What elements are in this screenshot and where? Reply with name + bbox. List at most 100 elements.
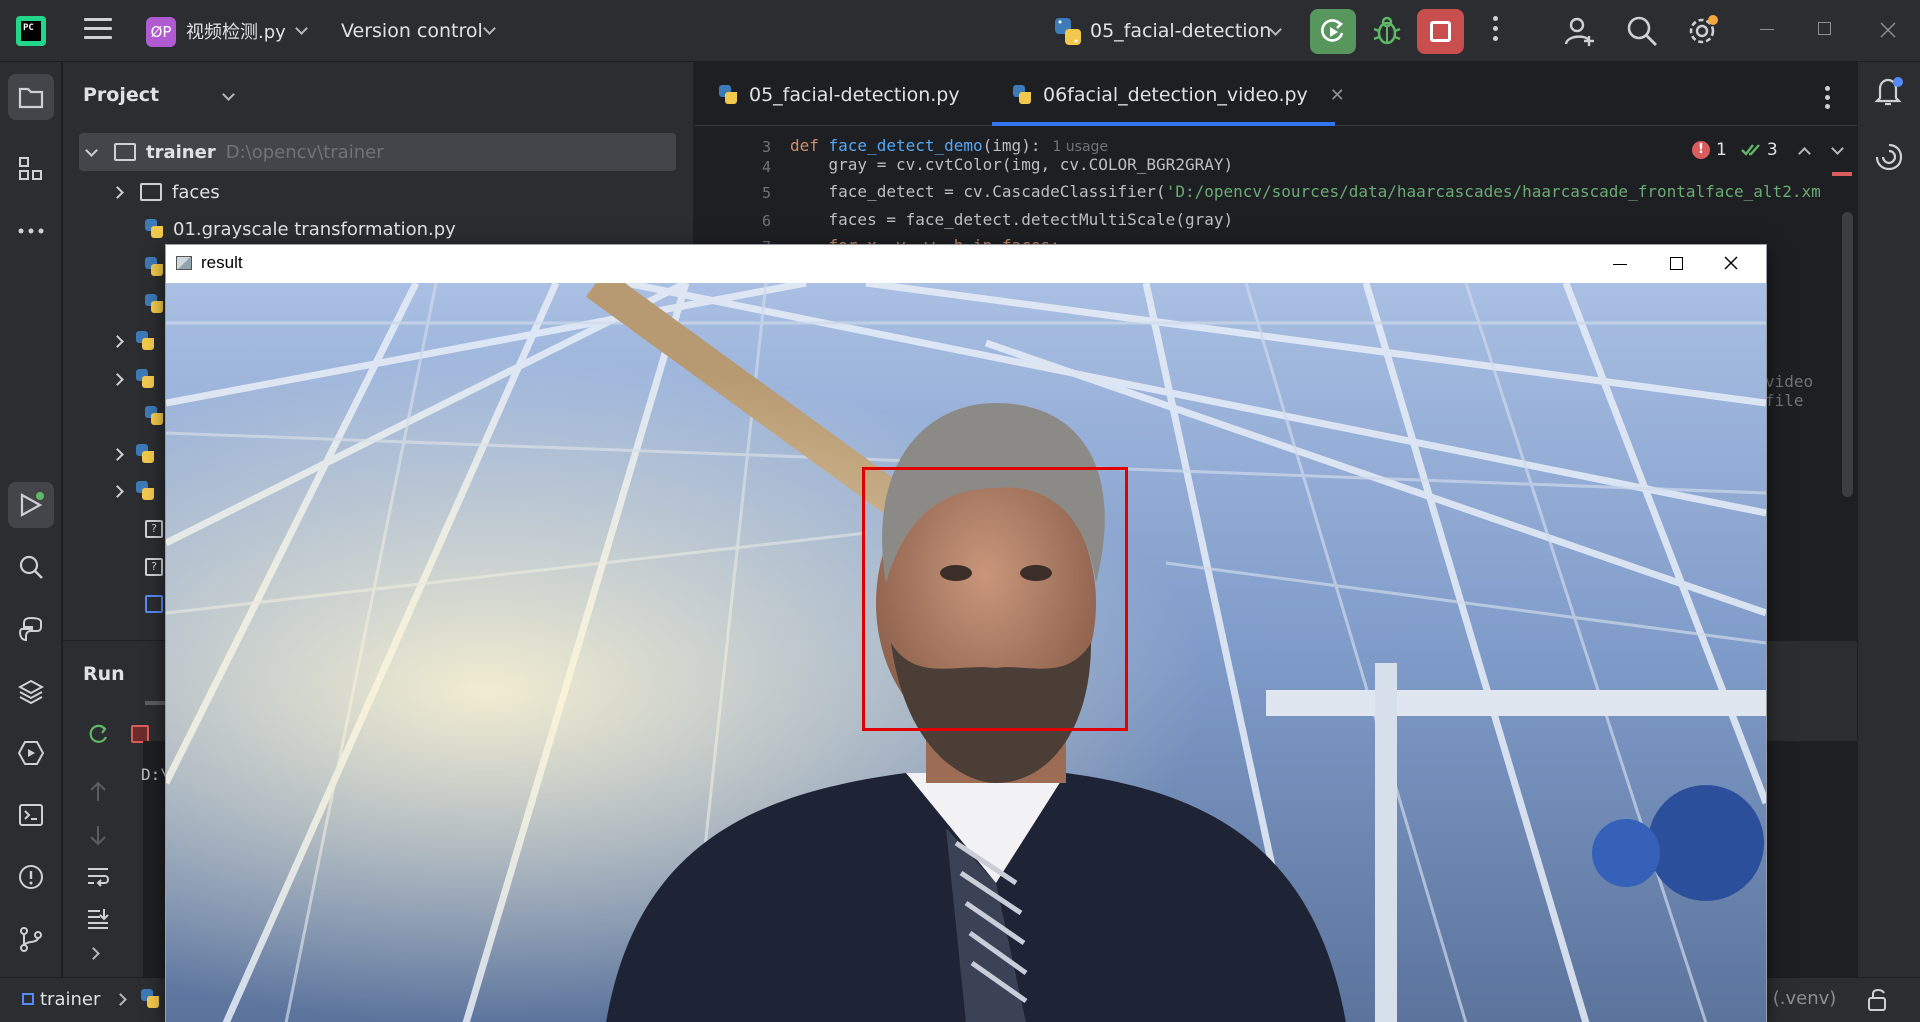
tree-item[interactable]: ? xyxy=(145,510,163,548)
tree-item[interactable] xyxy=(143,285,165,323)
search-icon[interactable] xyxy=(1625,14,1659,48)
chevron-right-icon[interactable] xyxy=(87,947,100,960)
arrow-down-icon[interactable] xyxy=(85,822,111,848)
tree-item[interactable] xyxy=(111,360,156,398)
more-actions-icon[interactable] xyxy=(1490,16,1500,46)
notifications-bell-icon[interactable] xyxy=(1874,76,1904,108)
arrow-up-icon[interactable] xyxy=(85,779,111,805)
close-icon[interactable] xyxy=(1876,18,1900,42)
add-user-icon[interactable] xyxy=(1563,14,1597,48)
result-window-title: result xyxy=(201,253,243,272)
inspection-widget[interactable]: ! 1 3 xyxy=(1692,140,1844,160)
editor-scrollbar[interactable] xyxy=(1842,212,1853,497)
chevron-down-icon[interactable] xyxy=(483,22,496,35)
tree-item-label: 01.grayscale transformation.py xyxy=(173,218,456,240)
ai-assistant-icon[interactable] xyxy=(1874,142,1904,172)
python-file-icon xyxy=(143,256,165,278)
chevron-down-icon[interactable] xyxy=(222,88,235,101)
tree-item[interactable]: ? xyxy=(145,548,163,586)
run-tool-button[interactable] xyxy=(8,482,54,528)
main-menu-icon[interactable] xyxy=(84,18,112,42)
code-line[interactable]: face_detect = cv.CascadeClassifier('D:/o… xyxy=(790,182,1821,201)
services-button[interactable] xyxy=(8,730,54,776)
lock-icon[interactable] xyxy=(1867,988,1889,1012)
run-configuration-selector[interactable]: 05_facial-detection xyxy=(1090,20,1271,42)
stop-button[interactable] xyxy=(1417,9,1464,54)
chevron-down-icon[interactable] xyxy=(85,143,98,157)
chevron-down-icon[interactable] xyxy=(295,22,308,35)
project-badge[interactable]: ØP xyxy=(146,17,176,47)
tab-05-facial-detection[interactable]: 05_facial-detection.py xyxy=(717,84,960,106)
python-packages-button[interactable] xyxy=(8,668,54,714)
git-button[interactable] xyxy=(8,916,54,962)
project-panel-title[interactable]: Project xyxy=(83,84,159,106)
more-tools-button[interactable] xyxy=(8,208,54,254)
previous-highlight-icon[interactable] xyxy=(1797,146,1811,160)
services-icon xyxy=(18,741,44,765)
scroll-to-end-icon[interactable] xyxy=(85,905,111,931)
chevron-right-icon[interactable] xyxy=(111,484,124,498)
project-name[interactable]: 视频检测.py xyxy=(186,18,286,44)
chevron-right-icon[interactable] xyxy=(111,185,124,199)
tree-item[interactable] xyxy=(143,248,165,286)
folder-icon xyxy=(114,143,136,161)
structure-icon xyxy=(19,157,42,180)
error-count: 1 xyxy=(1716,140,1727,160)
breadcrumb-item[interactable]: trainer xyxy=(40,989,100,1010)
code-line[interactable]: faces = face_detect.detectMultiScale(gra… xyxy=(790,210,1234,229)
more-vertical-icon[interactable] xyxy=(1825,86,1831,110)
restore-icon[interactable] xyxy=(1818,18,1842,42)
chevron-right-icon[interactable] xyxy=(111,372,124,386)
tree-item[interactable] xyxy=(111,472,156,510)
tree-item[interactable] xyxy=(143,397,165,435)
close-tab-icon[interactable]: ✕ xyxy=(1330,85,1345,106)
error-stripe-marker[interactable] xyxy=(1832,172,1852,176)
debug-icon[interactable] xyxy=(1370,13,1404,49)
rerun-icon[interactable] xyxy=(85,721,111,747)
run-panel-title[interactable]: Run xyxy=(83,663,125,685)
result-window-titlebar[interactable]: result xyxy=(166,245,1766,283)
structure-tool-button[interactable] xyxy=(8,146,54,192)
next-highlight-icon[interactable] xyxy=(1830,141,1844,155)
code-line[interactable]: gray = cv.cvtColor(img, cv.COLOR_BGR2GRA… xyxy=(790,155,1234,174)
find-tool-button[interactable] xyxy=(8,544,54,590)
python-file-icon xyxy=(134,368,156,390)
tree-item-trainer[interactable]: trainer D:\opencv\trainer xyxy=(79,133,676,171)
interpreter-indicator[interactable]: ) (.venv) xyxy=(1760,988,1836,1009)
code-text: (img): xyxy=(982,136,1041,155)
usage-hint[interactable]: 1 usage xyxy=(1052,139,1108,155)
right-tool-strip xyxy=(1857,62,1920,977)
tree-item[interactable] xyxy=(111,435,156,473)
image-file-icon xyxy=(145,595,163,613)
breadcrumb[interactable]: trainer xyxy=(22,988,161,1010)
code-line[interactable]: def face_detect_demo(img): 1 usage xyxy=(790,136,1108,155)
project-tool-button[interactable] xyxy=(8,74,54,120)
tab-06-facial-detection-video[interactable]: 06facial_detection_video.py ✕ xyxy=(1011,84,1345,106)
tree-item-faces[interactable]: faces xyxy=(111,173,220,211)
folder-icon xyxy=(18,87,44,109)
chevron-right-icon[interactable] xyxy=(111,447,124,461)
problems-button[interactable] xyxy=(8,854,54,900)
line-number: 5 xyxy=(761,184,771,202)
tree-item-label: faces xyxy=(172,181,220,203)
settings-gear-icon[interactable] xyxy=(1686,14,1720,48)
chevron-right-icon[interactable] xyxy=(111,334,124,348)
minimize-icon[interactable] xyxy=(1613,264,1627,265)
python-console-icon xyxy=(19,616,42,642)
tree-item[interactable] xyxy=(111,322,156,360)
video-frame xyxy=(166,283,1766,1022)
tree-item[interactable] xyxy=(145,585,163,623)
python-file-icon[interactable] xyxy=(139,988,161,1010)
python-console-button[interactable] xyxy=(8,606,54,652)
pycharm-logo-icon[interactable]: PC xyxy=(16,16,46,46)
soft-wrap-icon[interactable] xyxy=(85,863,111,889)
module-icon xyxy=(22,993,34,1005)
line-number: 6 xyxy=(761,212,771,230)
close-icon[interactable] xyxy=(1721,253,1741,273)
terminal-button[interactable] xyxy=(8,792,54,838)
version-control-menu[interactable]: Version control xyxy=(341,20,483,42)
tree-item-python-file[interactable]: 01.grayscale transformation.py xyxy=(143,210,456,248)
maximize-icon[interactable] xyxy=(1670,257,1683,270)
minimize-icon[interactable] xyxy=(1760,18,1784,42)
rerun-button[interactable] xyxy=(1310,9,1356,54)
